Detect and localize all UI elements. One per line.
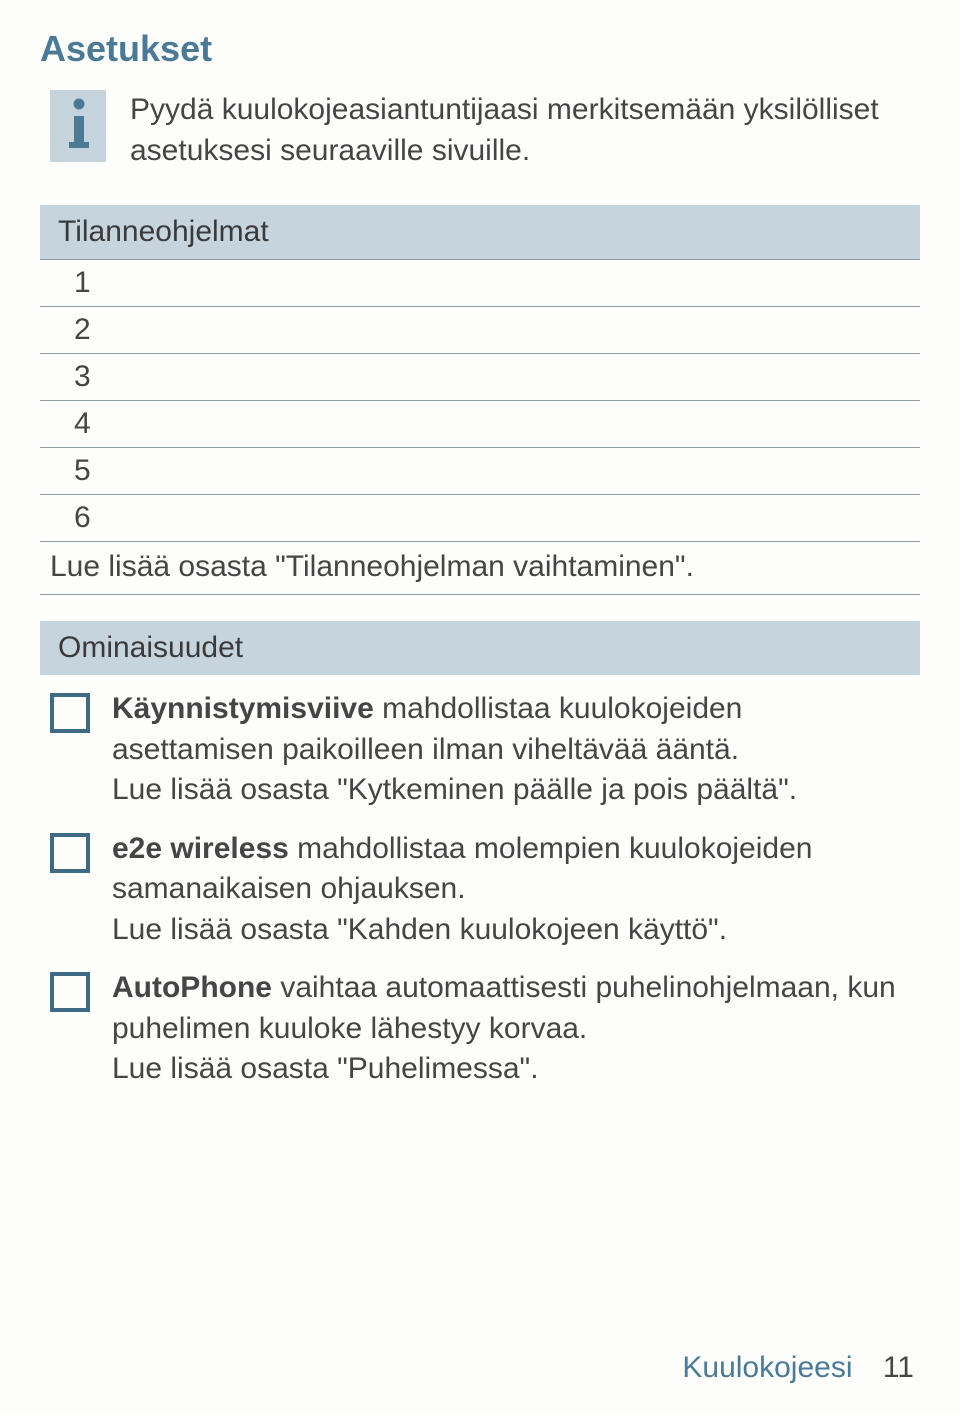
feature-text: Käynnistymisviive mahdollistaa kuulokoje… [112, 689, 910, 811]
features-list: Käynnistymisviive mahdollistaa kuulokoje… [40, 675, 920, 1090]
program-row: 4 [40, 401, 920, 448]
feature-readmore: Lue lisää osasta "Kytkeminen päälle ja p… [112, 773, 797, 806]
checkbox-icon[interactable] [50, 833, 90, 873]
feature-text: e2e wireless mahdollistaa molempien kuul… [112, 829, 910, 951]
info-icon [50, 90, 106, 162]
program-row: 6 [40, 495, 920, 542]
features-header: Ominaisuudet [40, 621, 920, 675]
page-number: 11 [883, 1351, 914, 1384]
info-callout: Pyydä kuulokojeasiantuntijaasi merkitsem… [40, 90, 920, 171]
feature-readmore: Lue lisää osasta "Puhelimessa". [112, 1052, 539, 1085]
feature-name: Käynnistymisviive [112, 692, 374, 725]
feature-item: AutoPhone vaihtaa automaattisesti puheli… [50, 968, 910, 1090]
page-title: Asetukset [40, 28, 920, 70]
programs-list: 1 2 3 4 5 6 [40, 259, 920, 542]
program-row: 2 [40, 307, 920, 354]
checkbox-icon[interactable] [50, 693, 90, 733]
program-row: 1 [40, 260, 920, 307]
program-row: 3 [40, 354, 920, 401]
programs-header: Tilanneohjelmat [40, 205, 920, 259]
page-footer: Kuulokojeesi 11 [682, 1351, 914, 1385]
info-text: Pyydä kuulokojeasiantuntijaasi merkitsem… [130, 90, 920, 171]
footer-section-label: Kuulokojeesi [682, 1351, 852, 1384]
feature-readmore: Lue lisää osasta "Kahden kuulokojeen käy… [112, 913, 727, 946]
feature-text: AutoPhone vaihtaa automaattisesti puheli… [112, 968, 910, 1090]
feature-item: e2e wireless mahdollistaa molempien kuul… [50, 829, 910, 951]
checkbox-icon[interactable] [50, 972, 90, 1012]
program-row: 5 [40, 448, 920, 495]
feature-name: e2e wireless [112, 832, 289, 865]
feature-name: AutoPhone [112, 971, 272, 1004]
programs-note: Lue lisää osasta "Tilanneohjelman vaihta… [40, 542, 920, 595]
feature-item: Käynnistymisviive mahdollistaa kuulokoje… [50, 689, 910, 811]
